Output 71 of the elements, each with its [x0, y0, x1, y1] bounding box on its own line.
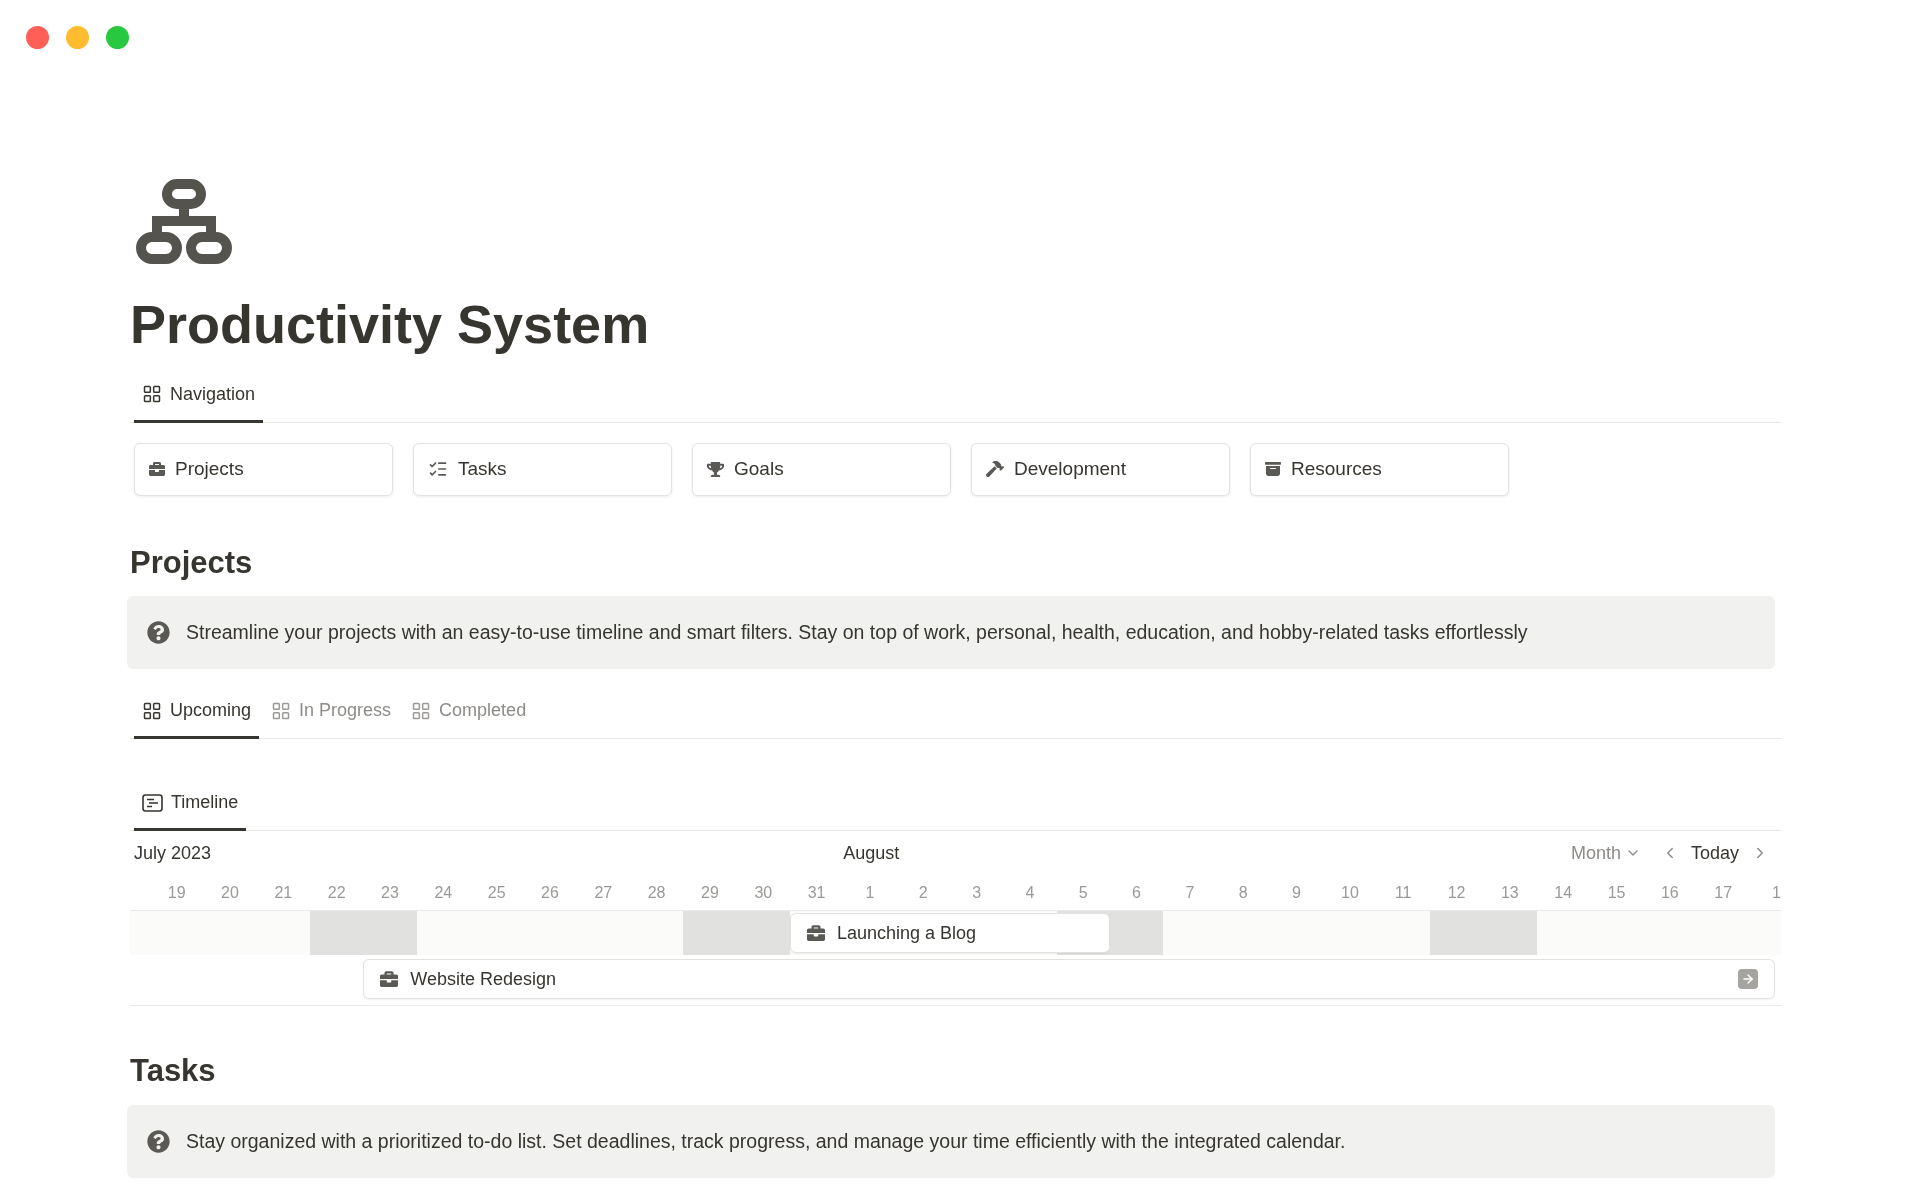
day-label: 8 [1238, 882, 1248, 903]
window-control-button[interactable] [106, 26, 129, 49]
briefcase-icon [806, 924, 825, 943]
day-label: 16 [1660, 882, 1679, 903]
day-label: 1 [865, 882, 875, 903]
day-label: 6 [1132, 882, 1141, 903]
day-label: 26 [541, 882, 559, 903]
timeline-item[interactable]: Website Redesign [363, 959, 1775, 1000]
checklist-icon [428, 459, 448, 479]
item-title: Website Redesign [410, 967, 557, 991]
month-label: July 2023 [133, 841, 213, 865]
day-label: 25 [487, 882, 506, 903]
day-label: 12 [1447, 882, 1466, 903]
day-label: 9 [1292, 882, 1301, 903]
section-heading: Projects [130, 543, 254, 582]
arrow-right-icon[interactable] [1738, 969, 1758, 990]
day-label: 19 [167, 882, 186, 903]
tab[interactable]: In Progress [263, 693, 400, 740]
help-icon [147, 1129, 170, 1153]
day-label: 30 [754, 882, 773, 903]
callout-text: Stay organized with a prioritized to-do list. Set deadlines, track progress, and manage your time efficiently with the integrated calendar. [186, 1128, 1346, 1154]
callout-text: Streamline your projects with an easy-to-use timeline and smart filters. Stay on top of work, personal, health, education, and hobby-related tasks effortlessly [186, 620, 1528, 645]
window-control-button[interactable] [66, 26, 89, 49]
day-label: 28 [647, 882, 666, 903]
trophy-icon [707, 460, 724, 478]
day-label: 11 [1394, 882, 1412, 903]
day-label: 10 [1341, 882, 1359, 903]
briefcase-icon [149, 461, 165, 477]
help-icon [147, 621, 170, 645]
day-label: 17 [1714, 882, 1733, 903]
nav-button[interactable]: Projects [134, 442, 393, 496]
tab[interactable]: Timeline [134, 785, 247, 832]
grid-icon [142, 700, 162, 721]
nav-button[interactable]: Goals [692, 442, 951, 496]
item-title: Launching a Blog [836, 921, 977, 945]
briefcase-icon [380, 970, 399, 989]
day-label: 27 [594, 882, 613, 903]
org-chart-icon [136, 179, 232, 265]
page-title: Productivity System [130, 293, 651, 356]
timeline-icon [142, 793, 163, 812]
day-label: 5 [1078, 882, 1088, 903]
nav-button[interactable]: Resources [1250, 442, 1509, 496]
day-label: 20 [221, 882, 239, 903]
day-label: 22 [327, 882, 346, 903]
day-label: 2 [918, 882, 928, 903]
window-control-button[interactable] [26, 26, 49, 49]
today-button[interactable]: Today [1690, 839, 1739, 867]
day-label: 4 [1025, 882, 1035, 903]
timeline-item[interactable]: Launching a Blog [789, 913, 1110, 954]
day-label: 29 [701, 882, 719, 903]
month-label: August [843, 841, 901, 865]
day-label: 31 [807, 882, 826, 903]
grid-icon [411, 700, 432, 721]
day-label: 13 [1500, 882, 1519, 903]
nav-button[interactable]: Tasks [413, 442, 672, 496]
day-label: 3 [972, 882, 982, 903]
section-heading: Tasks [130, 1052, 217, 1091]
grid-icon [142, 384, 162, 404]
day-label: 23 [381, 882, 399, 903]
grid-icon [271, 700, 292, 721]
hammer-icon [986, 460, 1004, 478]
day-label: 1 [1772, 882, 1781, 903]
day-label: 15 [1607, 882, 1626, 903]
tab[interactable]: Navigation [134, 376, 264, 423]
day-label: 14 [1554, 882, 1573, 903]
day-label: 24 [434, 882, 453, 903]
day-label: 7 [1185, 882, 1195, 903]
day-label: 21 [274, 882, 293, 903]
archive-icon [1265, 461, 1281, 477]
nav-button[interactable]: Development [971, 442, 1230, 496]
tab[interactable]: Upcoming [134, 693, 260, 740]
